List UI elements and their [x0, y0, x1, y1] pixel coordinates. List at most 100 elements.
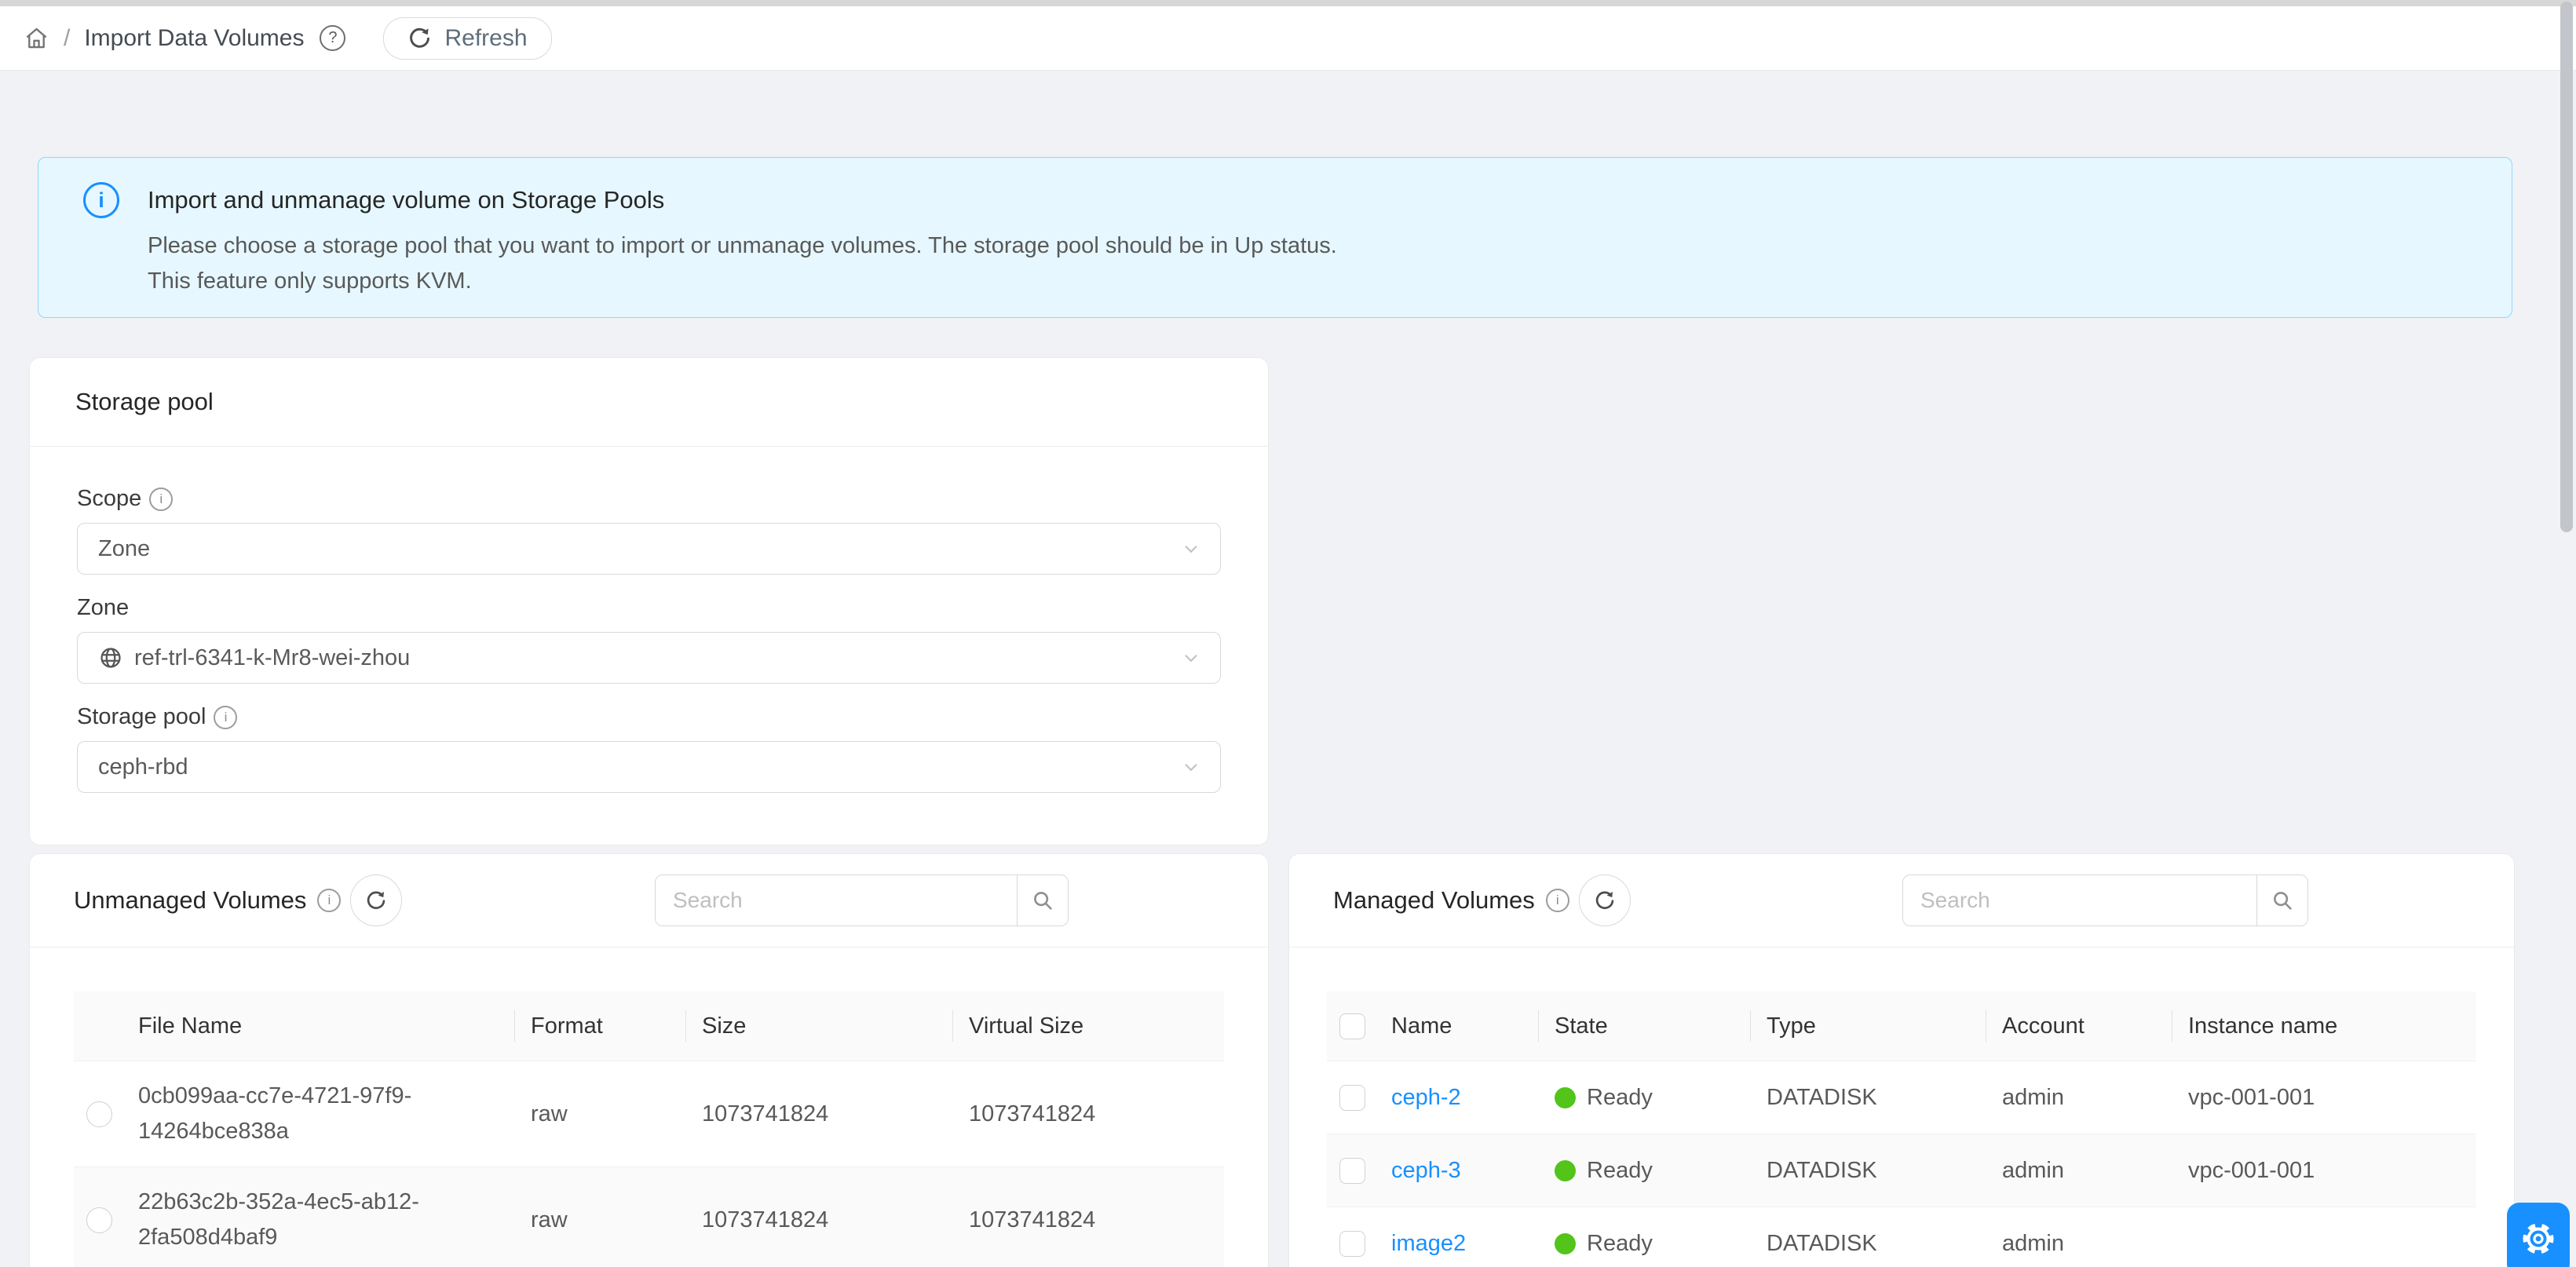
info-circle-icon: i	[317, 889, 341, 912]
managed-volumes-title-text: Managed Volumes	[1333, 886, 1535, 915]
storage-pool-field: Storage pool i ceph-rbd	[77, 704, 1221, 793]
home-icon[interactable]	[24, 25, 49, 51]
managed-volumes-header: Managed Volumes i	[1289, 854, 2514, 948]
type: DATADISK	[1751, 1085, 1986, 1111]
zone-label-text: Zone	[77, 595, 129, 621]
column-header-format[interactable]: Format	[515, 1013, 686, 1039]
table-row: ceph-3 Ready DATADISK admin vpc-001-001	[1327, 1134, 2476, 1207]
unmanaged-volumes-title: Unmanaged Volumes i	[74, 886, 341, 915]
managed-search-input[interactable]	[1902, 874, 2257, 926]
instance-name: vpc-001-001	[2172, 1085, 2478, 1111]
select-all-checkbox[interactable]	[1339, 1013, 1365, 1039]
ready-status-dot	[1555, 1087, 1576, 1108]
managed-volumes-title: Managed Volumes i	[1333, 886, 1569, 915]
info-alert: i Import and unmanage volume on Storage …	[38, 157, 2512, 318]
managed-search	[1902, 874, 2308, 926]
window-edge-strip	[0, 0, 2576, 6]
alert-description: Please choose a storage pool that you wa…	[148, 228, 1337, 299]
vertical-scrollbar[interactable]	[2560, 2, 2573, 532]
format: raw	[515, 1101, 686, 1127]
search-icon	[1031, 889, 1054, 912]
alert-title: Import and unmanage volume on Storage Po…	[148, 186, 664, 214]
info-circle-icon: i	[1546, 889, 1569, 912]
scope-select[interactable]: Zone	[77, 523, 1221, 575]
column-header-size[interactable]: Size	[686, 1013, 953, 1039]
account: admin	[1986, 1085, 2172, 1111]
unmanaged-volumes-table: File Name Format Size Virtual Size 0cb09…	[30, 948, 1268, 1267]
managed-volumes-table: Name State Type Account Instance name ce…	[1289, 948, 2514, 1267]
column-header-file-name[interactable]: File Name	[122, 1013, 515, 1039]
storage-pool-card-title: Storage pool	[30, 358, 1268, 447]
size: 1073741824	[686, 1101, 953, 1127]
volume-name-link[interactable]: ceph-2	[1391, 1085, 1461, 1111]
state: Ready	[1587, 1085, 1653, 1111]
unmanaged-volumes-header: Unmanaged Volumes i	[30, 854, 1268, 948]
column-header-virtual-size[interactable]: Virtual Size	[953, 1013, 1226, 1039]
breadcrumb-current: Import Data Volumes	[84, 25, 304, 52]
storage-pool-form: Scope i Zone Zone	[30, 447, 1268, 793]
refresh-button-label: Refresh	[444, 25, 527, 52]
chevron-down-icon	[1181, 757, 1201, 777]
account: admin	[1986, 1231, 2172, 1257]
info-circle-icon: i	[214, 706, 237, 729]
storage-pool-label-text: Storage pool	[77, 704, 206, 730]
unmanaged-search	[655, 874, 1069, 926]
column-header-state[interactable]: State	[1539, 1013, 1751, 1039]
unmanaged-search-input[interactable]	[655, 874, 1018, 926]
refresh-button[interactable]: Refresh	[383, 17, 551, 60]
topbar: / Import Data Volumes ? Refresh	[0, 6, 2576, 71]
account: admin	[1986, 1158, 2172, 1184]
breadcrumb-separator: /	[64, 25, 70, 52]
zone-select-value: ref-trl-6341-k-Mr8-wei-zhou	[134, 645, 410, 671]
alert-line-1: Please choose a storage pool that you wa…	[148, 228, 1337, 264]
question-circle-icon[interactable]: ?	[320, 25, 345, 51]
volume-name-link[interactable]: ceph-3	[1391, 1158, 1461, 1184]
zone-select[interactable]: ref-trl-6341-k-Mr8-wei-zhou	[77, 632, 1221, 684]
import-data-volumes-page: / Import Data Volumes ? Refresh i Import…	[0, 0, 2576, 1267]
globe-icon	[98, 645, 123, 670]
ready-status-dot	[1555, 1160, 1576, 1181]
managed-refresh-button[interactable]	[1579, 874, 1631, 926]
settings-fab-button[interactable]	[2507, 1203, 2570, 1267]
gear-icon	[2520, 1221, 2556, 1257]
column-header-instance-name[interactable]: Instance name	[2172, 1013, 2478, 1039]
column-header-account[interactable]: Account	[1986, 1013, 2172, 1039]
storage-pool-card: Storage pool Scope i Zone Zone	[29, 357, 1269, 845]
sync-refresh-icon	[407, 26, 432, 50]
managed-volumes-card: Managed Volumes i Nam	[1288, 853, 2515, 1267]
volume-name-link[interactable]: image2	[1391, 1231, 1466, 1257]
breadcrumb: / Import Data Volumes ?	[24, 25, 345, 52]
scope-select-value: Zone	[98, 536, 150, 562]
row-radio[interactable]	[86, 1101, 112, 1127]
format: raw	[515, 1207, 686, 1233]
column-header-name[interactable]: Name	[1376, 1013, 1539, 1039]
info-circle-icon: i	[83, 182, 119, 218]
alert-line-2: This feature only supports KVM.	[148, 264, 1337, 299]
scope-field: Scope i Zone	[77, 486, 1221, 575]
chevron-down-icon	[1181, 648, 1201, 668]
managed-search-button[interactable]	[2256, 874, 2308, 926]
ready-status-dot	[1555, 1233, 1576, 1254]
row-checkbox[interactable]	[1339, 1231, 1365, 1257]
unmanaged-volumes-title-text: Unmanaged Volumes	[74, 886, 306, 915]
info-circle-icon: i	[149, 487, 173, 511]
row-checkbox[interactable]	[1339, 1085, 1365, 1111]
instance-name: vpc-001-001	[2172, 1158, 2478, 1184]
row-radio[interactable]	[86, 1207, 112, 1233]
file-name: 0cb099aa-cc7e-4721-97f9-14264bce838a	[138, 1079, 499, 1149]
unmanaged-refresh-button[interactable]	[350, 874, 402, 926]
search-icon	[2271, 889, 2294, 912]
file-name: 22b63c2b-352a-4ec5-ab12-2fa508d4baf9	[138, 1185, 499, 1255]
zone-label: Zone	[77, 595, 1221, 621]
virtual-size: 1073741824	[953, 1101, 1226, 1127]
managed-table-header: Name State Type Account Instance name	[1327, 991, 2476, 1061]
table-row: image2 Ready DATADISK admin	[1327, 1207, 2476, 1267]
storage-pool-label: Storage pool i	[77, 704, 1221, 730]
storage-pool-select[interactable]: ceph-rbd	[77, 741, 1221, 793]
row-checkbox[interactable]	[1339, 1158, 1365, 1184]
state: Ready	[1587, 1158, 1653, 1184]
table-row: ceph-2 Ready DATADISK admin vpc-001-001	[1327, 1061, 2476, 1134]
column-header-type[interactable]: Type	[1751, 1013, 1986, 1039]
storage-pool-select-value: ceph-rbd	[98, 754, 188, 780]
unmanaged-search-button[interactable]	[1017, 874, 1069, 926]
